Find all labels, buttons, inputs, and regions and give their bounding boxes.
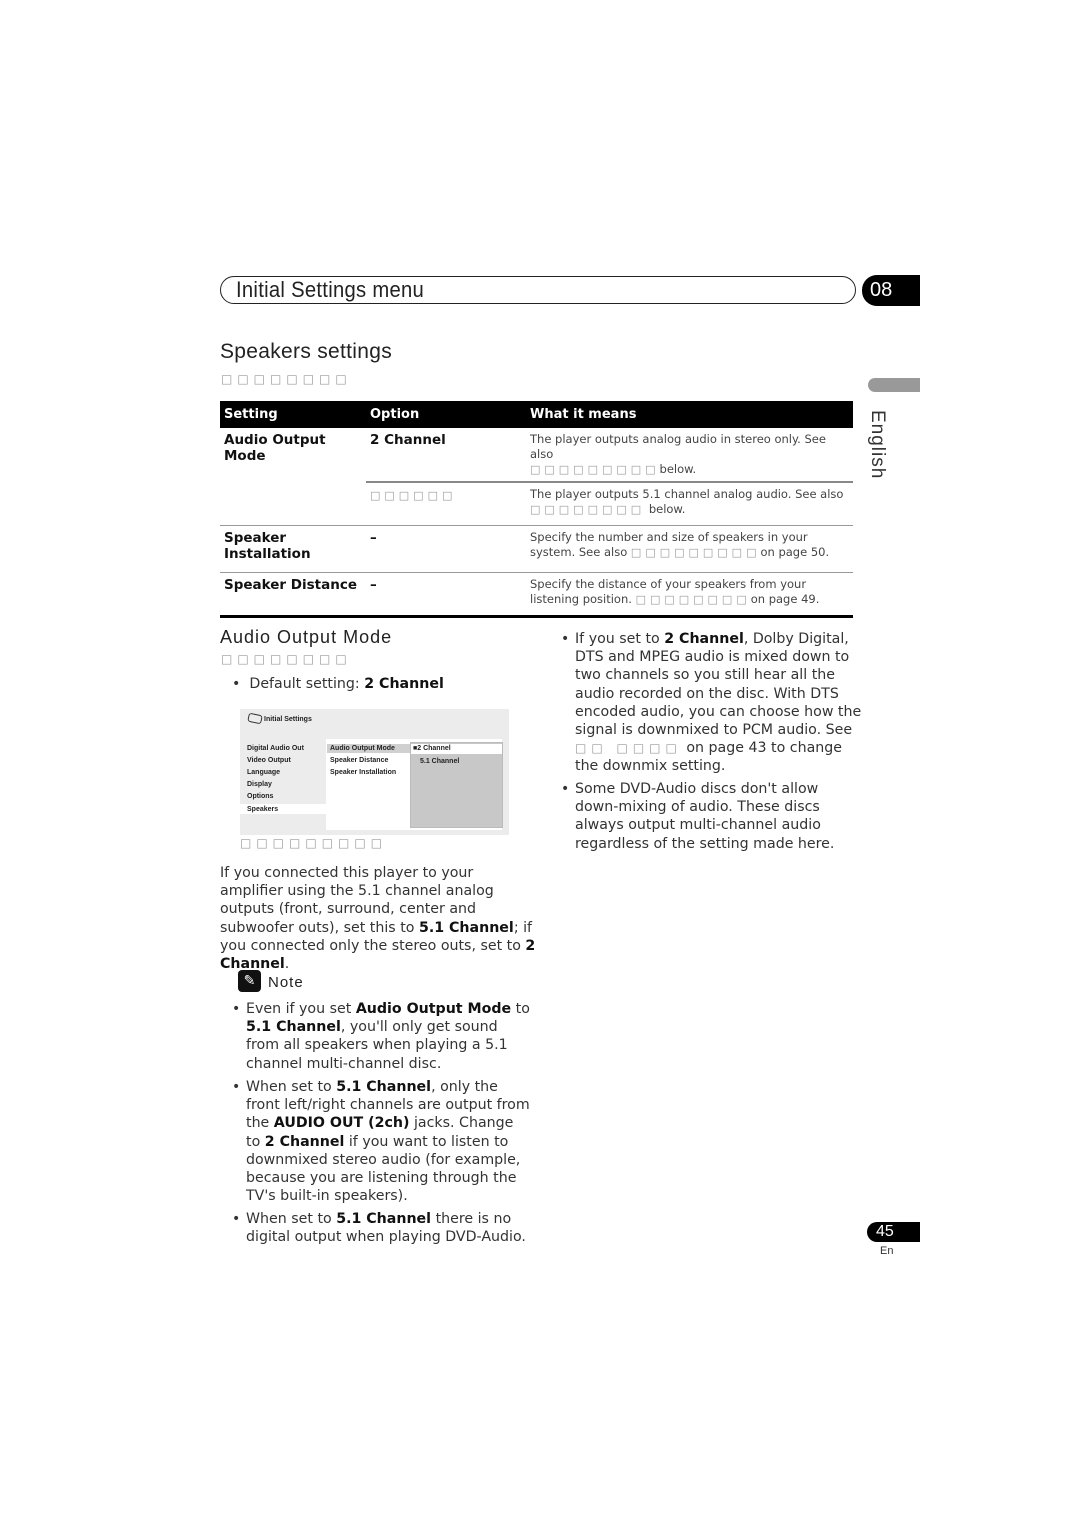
audio-output-paragraph: If you connected this player to your amp… <box>220 865 536 973</box>
chapter-number-tab: 08 <box>862 275 920 306</box>
section-title: Speakers settings <box>220 340 393 363</box>
menu-item-options[interactable]: Options <box>247 793 273 800</box>
meaning-cell: Specify the distance of your speakers fr… <box>526 572 853 618</box>
setting-cell: Speaker Installation <box>220 525 366 573</box>
chapter-title: Initial Settings menu <box>236 277 425 302</box>
initial-settings-screen: Initial Settings Digital Audio Out Video… <box>240 709 509 835</box>
page-language-code: En <box>880 1245 894 1257</box>
column-header-option: Option <box>366 401 526 428</box>
table-row: Speaker Installation – Specify the numbe… <box>220 525 853 573</box>
setting-cell: Audio Output Mode <box>224 432 326 464</box>
option-cell: 2 Channel <box>370 432 446 448</box>
note-label: Note <box>268 974 304 991</box>
menu-item-video-output[interactable]: Video Output <box>247 757 291 764</box>
submenu-item-speaker-installation[interactable]: Speaker Installation <box>330 769 396 776</box>
option-cell: □□□□□□ <box>366 481 526 526</box>
language-tab-marker <box>868 378 920 392</box>
bullet-dot: • <box>561 631 570 647</box>
option-5-1-channel[interactable]: 5.1 Channel <box>420 758 459 765</box>
table-header-row: Setting Option What it means <box>220 401 853 428</box>
screen-caption-glyphs: □□□□□□□□□ <box>240 836 388 850</box>
settings-disc-icon <box>247 712 263 725</box>
column-header-meaning: What it means <box>526 401 853 428</box>
meaning-cell: Specify the number and size of speakers … <box>526 525 853 573</box>
submenu-item-audio-output-mode[interactable]: Audio Output Mode <box>330 745 395 752</box>
screen-title: Initial Settings <box>264 716 312 723</box>
menu-item-speakers[interactable]: Speakers <box>247 806 278 813</box>
bullet-dot: • <box>232 1211 241 1227</box>
setting-cell: Speaker Distance <box>220 572 366 618</box>
subsection-subtitle-glyphs: □□□□□□□□ <box>221 652 352 666</box>
pencil-note-icon: ✎ <box>238 970 261 992</box>
page-number-tab: 45 <box>867 1222 920 1242</box>
subsection-title: Audio Output Mode <box>220 627 393 647</box>
bullet-dot: • <box>232 1001 241 1017</box>
settings-table: Setting Option What it means Audio Outpu… <box>220 401 853 618</box>
option-2-channel[interactable]: ■2 Channel <box>413 745 451 752</box>
language-label: English <box>867 410 888 480</box>
bullet-dot: • <box>232 1079 241 1095</box>
default-setting-bullet: • Default setting: 2 Channel <box>232 676 444 692</box>
menu-item-display[interactable]: Display <box>247 781 272 788</box>
meaning-cell: The player outputs 5.1 channel analog au… <box>526 481 853 526</box>
meaning-cell: The player outputs analog audio in stere… <box>530 432 826 476</box>
section-subtitle-glyphs: □□□□□□□□ <box>221 372 352 386</box>
menu-item-digital-audio-out[interactable]: Digital Audio Out <box>247 745 304 752</box>
option-cell: – <box>366 525 526 573</box>
bullet-dot: • <box>561 781 570 797</box>
default-value: 2 Channel <box>364 676 444 692</box>
table-row: Speaker Distance – Specify the distance … <box>220 572 853 618</box>
submenu-item-speaker-distance[interactable]: Speaker Distance <box>330 757 388 764</box>
bullet-dot: • <box>232 676 250 692</box>
menu-item-language[interactable]: Language <box>247 769 280 776</box>
column-header-setting: Setting <box>220 401 366 428</box>
table-row: Audio Output Mode 2 Channel The player o… <box>220 428 853 482</box>
options-panel <box>410 742 503 828</box>
option-cell: – <box>366 572 526 618</box>
